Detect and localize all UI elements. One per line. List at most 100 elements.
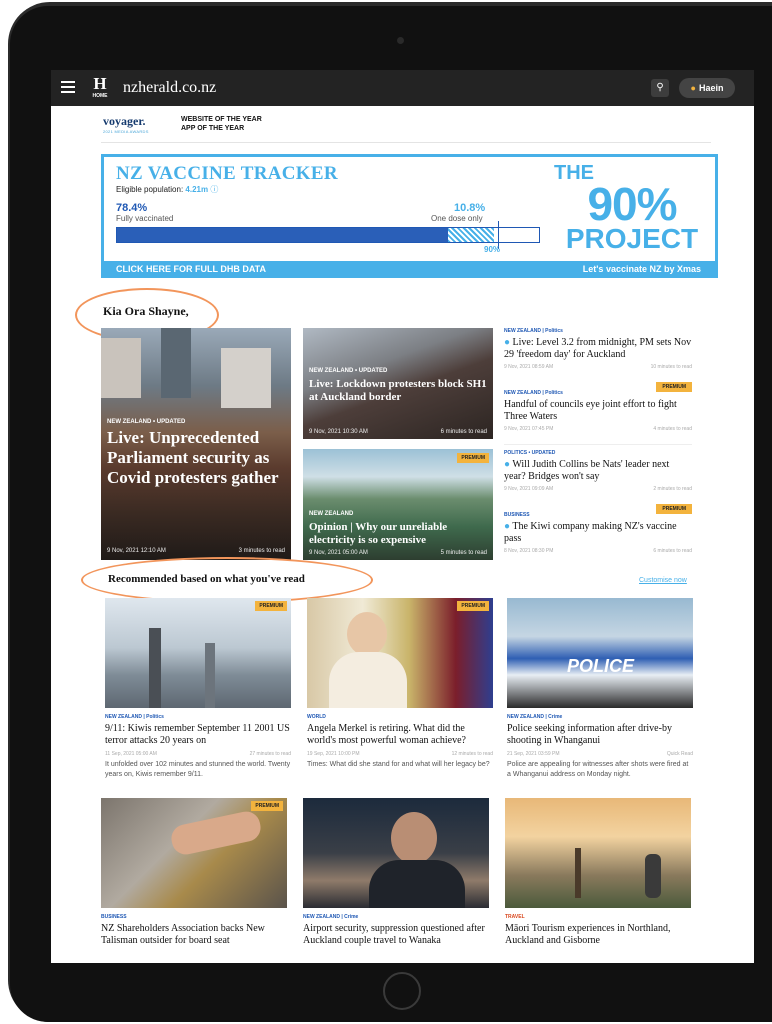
- story-headline[interactable]: Police seeking information after drive-b…: [507, 723, 693, 747]
- recommended-card[interactable]: PREMIUM WORLD Angela Merkel is retiring.…: [307, 598, 493, 770]
- lead-headline[interactable]: Live: Unprecedented Parliament security …: [107, 428, 287, 488]
- story-read-time: 27 minutes to read: [249, 751, 291, 757]
- eligible-population: Eligible population: 4.21m ⓘ: [116, 184, 218, 195]
- story-read-time: 10 minutes to read: [650, 364, 692, 370]
- live-dot-icon: ●: [504, 337, 513, 348]
- story-meta: 9 Nov, 2021 07:45 PM 4 minutes to read: [504, 426, 692, 432]
- face-shape: [347, 612, 387, 656]
- premium-badge: PREMIUM: [457, 453, 489, 463]
- story-read-time: 5 minutes to read: [440, 550, 487, 556]
- story-description: It unfolded over 102 minutes and stunned…: [105, 761, 291, 778]
- police-car-image: POLICE: [507, 598, 693, 708]
- story-date: 9 Nov, 2021 05:00 AM: [309, 550, 368, 556]
- fully-vaccinated-fill: [117, 228, 448, 242]
- story-tag: WORLD: [307, 714, 326, 720]
- info-icon[interactable]: ⓘ: [210, 185, 218, 194]
- tower-shape: [205, 643, 215, 708]
- divider: [504, 444, 692, 445]
- story-card-electricity[interactable]: PREMIUM NEW ZEALAND Opinion | Why our un…: [303, 449, 493, 560]
- person-shape: [645, 854, 661, 898]
- story-date: 8 Nov, 2021 08:30 PM: [504, 548, 554, 554]
- story-headline[interactable]: Airport security, suppression questioned…: [303, 923, 489, 947]
- lead-story-card[interactable]: NEW ZEALAND • UPDATED Live: Unprecedente…: [101, 328, 291, 560]
- story-date: 19 Sep, 2021 10:00 PM: [307, 751, 360, 757]
- herald-logo[interactable]: H HOME: [89, 75, 111, 101]
- story-headline[interactable]: ● Live: Level 3.2 from midnight, PM sets…: [504, 337, 692, 361]
- story-tag: TRAVEL: [505, 914, 525, 920]
- lead-read-time: 3 minutes to read: [238, 548, 285, 554]
- tracker-footer[interactable]: CLICK HERE FOR FULL DHB DATA Let's vacci…: [104, 261, 715, 278]
- story-meta: 8 Nov, 2021 08:30 PM 6 minutes to read: [504, 548, 692, 554]
- story-meta: 9 Nov, 2021 08:59 AM 10 minutes to read: [504, 364, 692, 370]
- headline-text: Will Judith Collins be Nats' leader next…: [504, 459, 670, 482]
- story-date: 11 Sep, 2021 05:00 AM: [105, 751, 157, 757]
- story-meta: 11 Sep, 2021 05:00 AM 27 minutes to read: [105, 751, 291, 757]
- story-date: 9 Nov, 2021 09:09 AM: [504, 486, 554, 492]
- story-date: 9 Nov, 2021 08:59 AM: [504, 364, 554, 370]
- recommended-card[interactable]: NEW ZEALAND | Crime Airport security, su…: [303, 798, 489, 947]
- customise-link[interactable]: Customise now: [639, 577, 687, 584]
- recommended-card[interactable]: POLICE NEW ZEALAND | Crime Police seekin…: [507, 598, 693, 780]
- airport-couple-image: [303, 798, 489, 908]
- story-tag: NEW ZEALAND | Politics: [105, 714, 164, 720]
- story-headline[interactable]: Opinion | Why our unreliable electricity…: [309, 521, 487, 547]
- user-name: Haein: [698, 83, 724, 93]
- story-read-time: 2 minutes to read: [653, 486, 692, 492]
- logo-letter: H: [93, 74, 107, 93]
- fully-vaccinated-pct: 78.4%: [116, 202, 148, 214]
- story-tag: NEW ZEALAND: [309, 511, 354, 517]
- site-name[interactable]: nzherald.co.nz: [123, 79, 216, 97]
- voyager-brand: voyager.: [103, 114, 146, 128]
- story-headline[interactable]: 9/11: Kiwis remember September 11 2001 U…: [105, 723, 291, 747]
- list-item[interactable]: BUSINESS ● The Kiwi company making NZ's …: [504, 512, 692, 554]
- building-shape: [101, 338, 141, 398]
- lead-date: 9 Nov, 2021 12:10 AM: [107, 548, 166, 554]
- list-item[interactable]: POLITICS • UPDATED ● Will Judith Collins…: [504, 450, 692, 492]
- story-headline[interactable]: Angela Merkel is retiring. What did the …: [307, 723, 493, 747]
- list-item[interactable]: NEW ZEALAND | Politics ● Live: Level 3.2…: [504, 328, 692, 370]
- vaccination-progress-bar: [116, 227, 540, 243]
- story-tag: POLITICS • UPDATED: [504, 450, 556, 456]
- story-headline[interactable]: NZ Shareholders Association backs New Ta…: [101, 923, 287, 947]
- dhb-data-link[interactable]: CLICK HERE FOR FULL DHB DATA: [116, 264, 266, 274]
- hamburger-icon[interactable]: [61, 81, 75, 93]
- awards-text: WEBSITE OF THE YEAR APP OF THE YEAR: [181, 115, 262, 133]
- police-sign: POLICE: [567, 656, 635, 676]
- story-meta: 9 Nov, 2021 10:30 AM 6 minutes to read: [309, 429, 487, 435]
- vaccine-tracker-banner[interactable]: NZ VACCINE TRACKER Eligible population: …: [101, 154, 718, 278]
- story-read-time: 12 minutes to read: [451, 751, 493, 757]
- home-button[interactable]: [383, 972, 421, 1010]
- project-number: 90%: [587, 178, 677, 230]
- story-headline[interactable]: ● Will Judith Collins be Nats' leader ne…: [504, 459, 692, 483]
- story-tag: BUSINESS: [504, 512, 530, 518]
- eligible-label: Eligible population:: [116, 185, 184, 194]
- list-item[interactable]: NEW ZEALAND | Politics Handful of counci…: [504, 390, 692, 432]
- search-button[interactable]: ⚲: [651, 79, 669, 97]
- user-icon: ●: [690, 83, 696, 93]
- story-card-protest-block[interactable]: NEW ZEALAND • UPDATED Live: Lockdown pro…: [303, 328, 493, 439]
- story-headline[interactable]: ● The Kiwi company making NZ's vaccine p…: [504, 521, 692, 545]
- story-headline[interactable]: Live: Lockdown protesters block SH1 at A…: [309, 378, 487, 404]
- story-tag: NEW ZEALAND | Crime: [303, 914, 359, 920]
- one-dose-label: One dose only: [431, 214, 483, 223]
- face-shape: [391, 812, 437, 864]
- gold-rock-image: PREMIUM: [101, 798, 287, 908]
- recommended-card[interactable]: PREMIUM BUSINESS NZ Shareholders Associa…: [101, 798, 287, 947]
- story-tag: NEW ZEALAND | Politics: [504, 328, 563, 334]
- recommended-card[interactable]: PREMIUM NEW ZEALAND | Politics 9/11: Kiw…: [105, 598, 291, 780]
- camera-icon: [397, 37, 404, 44]
- divider: [101, 142, 711, 143]
- eligible-value: 4.21m: [185, 185, 209, 194]
- user-account-button[interactable]: ● Haein: [679, 78, 735, 98]
- story-headline[interactable]: Māori Tourism experiences in Northland, …: [505, 923, 691, 947]
- story-date: 9 Nov, 2021 07:45 PM: [504, 426, 554, 432]
- story-headline[interactable]: Handful of councils eye joint effort to …: [504, 399, 692, 423]
- building-shape: [161, 328, 191, 398]
- angela-merkel-image: PREMIUM: [307, 598, 493, 708]
- hand-shape: [168, 808, 264, 858]
- story-date: 9 Nov, 2021 10:30 AM: [309, 429, 368, 435]
- story-date: 21 Sep, 2021 03:59 PM: [507, 751, 560, 757]
- voyager-brand-sub: 2021 MEDIA AWARDS: [103, 129, 149, 134]
- recommended-card[interactable]: TRAVEL Māori Tourism experiences in Nort…: [505, 798, 691, 947]
- fully-vaccinated-label: Fully vaccinated: [116, 214, 174, 223]
